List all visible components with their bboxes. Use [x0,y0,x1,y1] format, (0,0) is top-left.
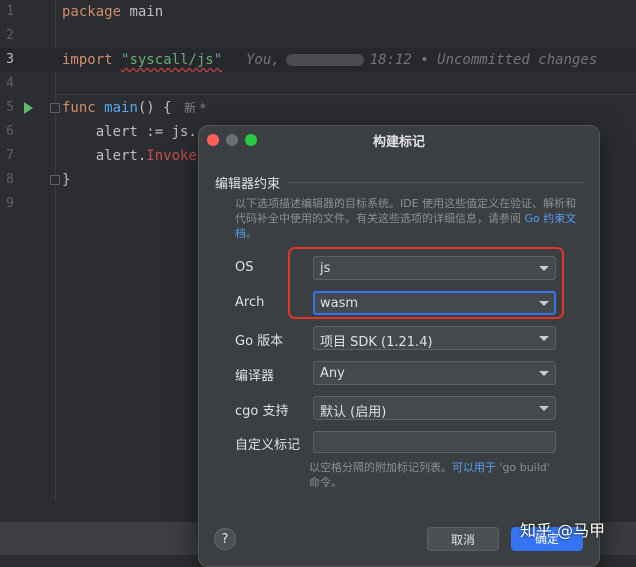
code-text: import "syscall/js" [62,48,222,72]
blame-author: You, [246,52,280,68]
code-line[interactable]: 1 package main [0,0,636,24]
custom-tags-hint: 以空格分隔的附加标记列表。可以用于 'go build' 命令。 [309,460,559,490]
cgo-select[interactable]: 默认 (启用) [313,396,556,420]
cgo-value: 默认 (启用) [320,405,387,420]
custom-tags-input[interactable] [313,431,556,453]
hint-code: 'go build' [496,461,550,474]
os-label: OS [235,260,254,275]
function-name: main [104,100,138,116]
hint-link[interactable]: 可以用于 [452,461,496,474]
cancel-button[interactable]: 取消 [427,527,499,551]
build-tags-dialog: 构建标记 编辑器约束 以下选项描述编辑器的目标系统。IDE 使用这些值定义在验证… [198,125,600,567]
chevron-down-icon [539,406,549,411]
fold-icon[interactable] [50,175,60,185]
string-literal: "syscall/js" [121,52,223,68]
code-line-current[interactable]: 3 import "syscall/js" You, 18:12 • Uncomm… [0,48,636,72]
go-version-value: 项目 SDK (1.21.4) [320,335,433,350]
fold-icon[interactable] [50,103,60,113]
line-number: 4 [6,76,14,91]
blame-time: 18:12 • Uncommitted changes [369,52,598,68]
keyword: package [62,4,122,20]
line-number: 9 [6,196,14,211]
hint-text: 以空格分隔的附加标记列表。 [309,461,452,474]
go-version-select[interactable]: 项目 SDK (1.21.4) [313,326,556,350]
line-number: 5 [6,100,14,115]
watermark: 知乎 @马甲 [520,521,606,540]
line-number: 1 [6,4,14,19]
code-rest: () { [137,100,172,116]
code-rest: alert. [62,148,147,164]
dialog-title: 构建标记 [372,135,425,150]
cgo-label: cgo 支持 [235,404,289,419]
help-icon[interactable]: ? [214,528,236,550]
code-text: alert.Invoke [62,144,197,168]
code-text: } [62,172,71,188]
redacted-blur [285,54,364,66]
description-end: 。 [246,227,257,240]
code-text: func main() { [62,96,172,120]
code-text: package main [62,0,163,24]
code-vision-author[interactable]: 新 * [184,96,206,120]
section-title: 编辑器约束 [215,177,281,192]
run-icon[interactable] [24,102,33,114]
keyword: import [62,52,113,68]
identifier: main [121,4,164,20]
compiler-select[interactable]: Any [313,361,556,385]
line-number: 6 [6,124,14,139]
code-line[interactable]: 2 [0,24,636,48]
keyword: func [62,100,96,116]
unresolved-method: Invoke [146,148,197,164]
inline-blame: You, 18:12 • Uncommitted changes [246,48,597,72]
line-number: 2 [6,28,14,43]
code-line[interactable]: 5 func main() { 新 * [0,96,636,120]
dialog-titlebar[interactable]: 构建标记 [199,126,599,154]
chevron-down-icon [539,371,549,376]
go-version-label: Go 版本 [235,334,284,349]
arch-label: Arch [235,295,265,310]
code-line[interactable]: 4 [0,72,636,96]
chevron-down-icon [539,336,549,341]
line-number: 3 [6,52,14,67]
custom-tags-label: 自定义标记 [235,438,301,453]
section-description: 以下选项描述编辑器的目标系统。IDE 使用这些值定义在验证、解析和代码补全中使用… [235,196,587,241]
compiler-label: 编译器 [235,369,275,384]
compiler-value: Any [320,366,345,381]
status-bar-segment [0,522,200,555]
code-text: alert := js. [62,124,197,140]
line-number: 7 [6,148,14,163]
line-number: 8 [6,172,14,187]
red-highlight-annotation [288,247,564,319]
section-divider [289,182,585,183]
hint-end: 命令。 [309,476,342,489]
